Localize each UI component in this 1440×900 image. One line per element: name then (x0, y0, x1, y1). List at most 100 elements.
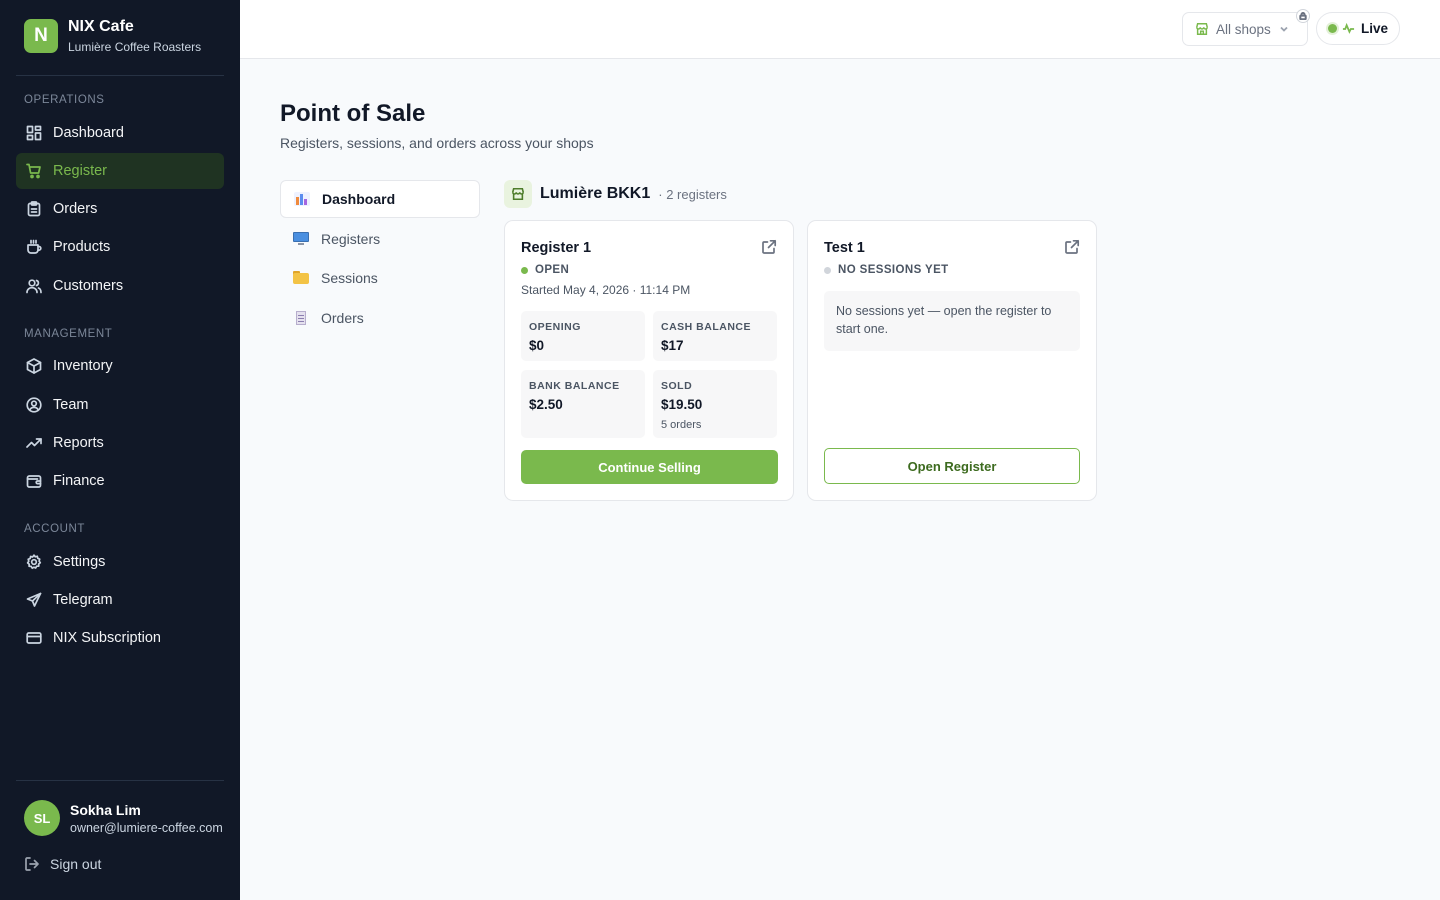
stat-cash-balance: CASH BALANCE $17 (653, 311, 777, 361)
stat-label: OPENING (529, 321, 581, 333)
sidebar-item-label: Settings (53, 554, 106, 570)
sidebar-divider (16, 780, 224, 781)
user-email: owner@lumiere-coffee.com (70, 820, 223, 835)
stat-value: $0 (529, 338, 545, 353)
subnav-label: Registers (321, 231, 381, 247)
status-label: OPEN (535, 264, 570, 276)
sidebar-item-reports[interactable]: Reports (16, 425, 224, 461)
sidebar-item-label: Inventory (53, 358, 113, 374)
shop-select[interactable]: All shops (1182, 12, 1308, 46)
subnav-label: Dashboard (322, 191, 396, 207)
subnav-sessions[interactable]: Sessions (280, 259, 480, 297)
credit-card-icon (25, 629, 43, 647)
sidebar-item-label: NIX Subscription (53, 630, 161, 646)
gear-icon (25, 553, 43, 571)
status-dot (521, 266, 528, 274)
status-badge: NO SESSIONS YET (824, 264, 949, 276)
external-link-icon[interactable] (761, 239, 777, 255)
avatar: SL (24, 800, 60, 836)
sidebar: N NIX Cafe Lumière Coffee Roasters OPERA… (0, 0, 240, 900)
sidebar-item-nix-subscription[interactable]: NIX Subscription (16, 620, 224, 656)
section-label-operations: OPERATIONS (24, 94, 105, 106)
live-label: Live (1361, 21, 1389, 36)
sidebar-item-label: Dashboard (53, 125, 124, 141)
stat-label: BANK BALANCE (529, 380, 620, 392)
live-status-button[interactable]: Live (1316, 12, 1400, 45)
send-icon (25, 591, 43, 609)
stat-bank-balance: BANK BALANCE $2.50 (521, 370, 645, 438)
sign-out-icon (25, 857, 39, 871)
continue-selling-button[interactable]: Continue Selling (521, 450, 778, 484)
stat-note: 5 orders (661, 419, 702, 431)
page-title: Point of Sale (280, 100, 426, 127)
sidebar-item-label: Register (53, 163, 107, 179)
sidebar-item-label: Products (53, 239, 111, 255)
sidebar-item-products[interactable]: Products (16, 229, 224, 265)
register-title: Register 1 (521, 240, 592, 256)
status-badge: OPEN (521, 264, 569, 276)
store-icon (1196, 23, 1208, 35)
sidebar-item-label: Orders (53, 201, 98, 217)
trend-icon (25, 434, 43, 452)
user-name: Sokha Lim (70, 801, 141, 818)
sidebar-item-finance[interactable]: Finance (16, 463, 224, 499)
sidebar-item-telegram[interactable]: Telegram (16, 582, 224, 618)
activity-icon (1342, 22, 1355, 34)
page-subtitle: Registers, sessions, and orders across y… (280, 135, 594, 151)
chevron-down-icon (1280, 26, 1288, 32)
subnav-registers[interactable]: Registers (280, 220, 480, 258)
brand-name: NIX Cafe (68, 18, 134, 35)
sidebar-item-orders[interactable]: Orders (16, 191, 224, 227)
shop-select-value: All shops (1216, 21, 1271, 37)
sidebar-divider (16, 75, 224, 76)
register-card: Test 1 NO SESSIONS YET No sessions yet —… (807, 220, 1097, 501)
folder-icon (293, 271, 309, 285)
brand-subtitle: Lumière Coffee Roasters (68, 40, 202, 54)
subnav-dashboard[interactable]: Dashboard (280, 180, 480, 218)
open-register-button[interactable]: Open Register (824, 448, 1080, 484)
live-dot (1328, 24, 1337, 33)
wallet-icon (25, 472, 43, 490)
shop-register-count: · 2 registers (658, 186, 727, 202)
monitor-icon (293, 232, 309, 246)
sidebar-item-team[interactable]: Team (16, 387, 224, 423)
user-profile[interactable]: SL Sokha Lim owner@lumiere-coffee.com (24, 800, 223, 836)
sign-out-button[interactable]: Sign out (24, 856, 101, 872)
brand-logo: N (24, 19, 58, 53)
sidebar-item-label: Finance (53, 473, 105, 489)
stat-value: $17 (661, 338, 684, 353)
subnav-label: Sessions (321, 270, 378, 286)
stat-label: CASH BALANCE (661, 321, 751, 333)
receipt-icon (293, 311, 309, 325)
subnav-label: Orders (321, 310, 364, 326)
clipboard-icon (25, 200, 43, 218)
status-dot (824, 266, 831, 274)
section-label-account: ACCOUNT (24, 523, 86, 535)
subnav-orders[interactable]: Orders (280, 299, 480, 337)
store-icon (504, 180, 532, 208)
lock-icon (1296, 9, 1310, 23)
sidebar-item-inventory[interactable]: Inventory (16, 348, 224, 384)
sidebar-item-customers[interactable]: Customers (16, 268, 224, 304)
stat-label: SOLD (661, 380, 693, 392)
sidebar-item-label: Customers (53, 278, 124, 294)
external-link-icon[interactable] (1064, 239, 1080, 255)
sidebar-item-label: Reports (53, 435, 104, 451)
sidebar-item-settings[interactable]: Settings (16, 544, 224, 580)
sign-out-label: Sign out (50, 856, 102, 872)
bar-chart-icon (294, 192, 310, 206)
sidebar-item-label: Team (53, 397, 89, 413)
stat-sold: SOLD $19.50 5 orders (653, 370, 777, 438)
status-label: NO SESSIONS YET (838, 264, 949, 276)
shop-name: Lumière BKK1 (540, 185, 651, 202)
empty-state: No sessions yet — open the register to s… (824, 291, 1080, 351)
shop-header: Lumière BKK1 · 2 registers (504, 180, 727, 208)
section-label-management: MANAGEMENT (24, 328, 113, 340)
stat-value: $2.50 (529, 397, 563, 412)
dashboard-icon (25, 124, 43, 142)
sidebar-item-dashboard[interactable]: Dashboard (16, 115, 224, 151)
sidebar-item-register[interactable]: Register (16, 153, 224, 189)
sidebar-item-label: Telegram (53, 592, 113, 608)
brand[interactable]: N NIX Cafe Lumière Coffee Roasters (24, 18, 201, 54)
register-title: Test 1 (824, 240, 865, 256)
